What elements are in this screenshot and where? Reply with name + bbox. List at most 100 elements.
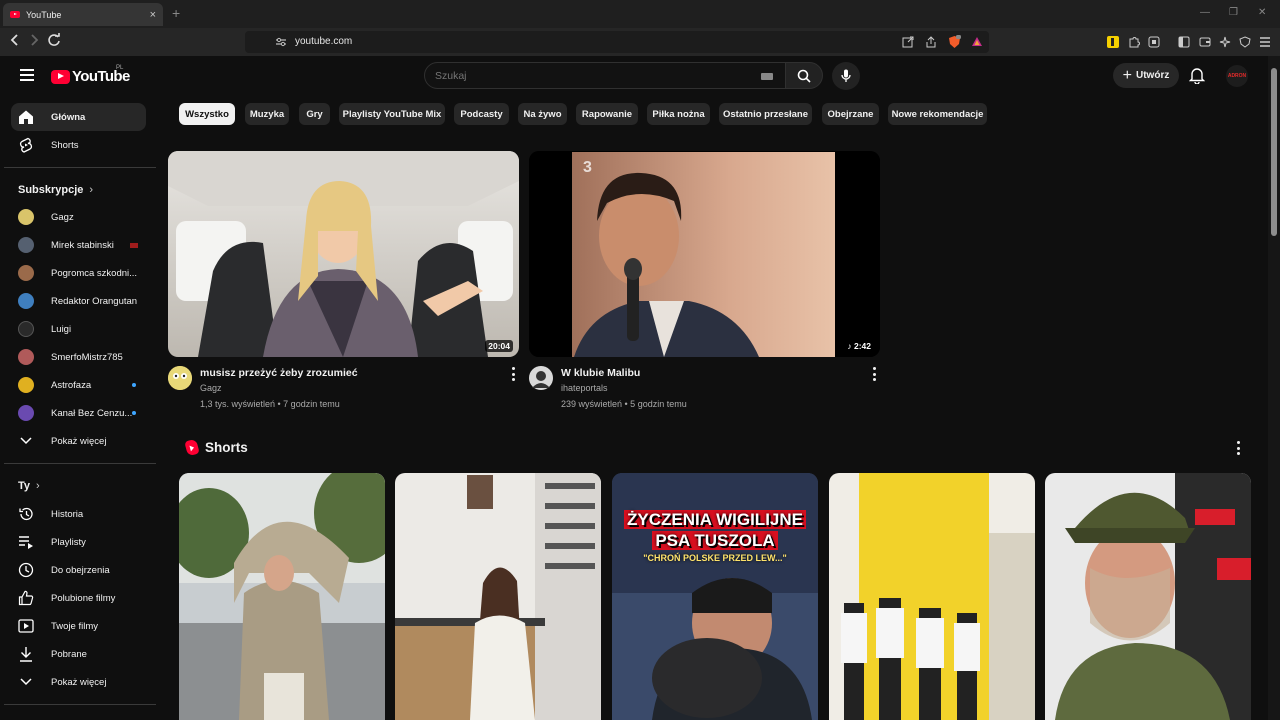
sidebar-item-label: Gagz (51, 211, 74, 223)
extensions-puzzle-icon[interactable] (1128, 36, 1140, 51)
chip-podcasts[interactable]: Podcasty (454, 103, 509, 125)
close-window-icon[interactable]: ✕ (1258, 7, 1266, 18)
more-actions-icon[interactable] (871, 367, 877, 381)
site-settings-icon[interactable] (275, 36, 287, 51)
scrollbar-thumb[interactable] (1271, 68, 1277, 236)
open-external-icon[interactable] (902, 36, 914, 51)
chip-music[interactable]: Muzyka (245, 103, 289, 125)
short-card[interactable] (829, 473, 1035, 720)
chip-all[interactable]: Wszystko (179, 103, 235, 125)
sidebar-item-watch-later[interactable]: Do obejrzenia (11, 556, 146, 584)
video-channel[interactable]: Gagz (200, 383, 222, 393)
channel-avatar[interactable] (529, 366, 553, 390)
forward-icon[interactable] (28, 33, 40, 51)
vpn-shield-icon[interactable] (1239, 36, 1251, 51)
sidebar-item-label: Polubione filmy (51, 592, 116, 604)
sidebar-item-label: Kanał Bez Cenzu... (51, 407, 132, 419)
chip-live[interactable]: Na żywo (518, 103, 567, 125)
leo-ai-icon[interactable] (1219, 36, 1231, 51)
address-bar[interactable]: youtube.com (245, 31, 989, 53)
browser-tab[interactable]: YouTube × (3, 3, 163, 26)
search-button[interactable] (785, 62, 823, 89)
search-input[interactable] (425, 63, 745, 88)
sidebar-item-subscription[interactable]: Redaktor Orangutan (11, 287, 146, 315)
extension-yellow-icon[interactable] (1107, 36, 1119, 51)
short-card[interactable] (179, 473, 385, 720)
sidebar-toggle-icon[interactable] (1178, 36, 1190, 51)
microphone-icon (841, 69, 851, 82)
brave-shield-icon[interactable] (948, 35, 961, 52)
show-more-you-button[interactable]: Pokaż więcej (11, 668, 146, 696)
chevron-down-icon (18, 433, 34, 449)
more-actions-icon[interactable] (510, 367, 516, 381)
sidebar-item-subscription[interactable]: Astrofaza (11, 371, 146, 399)
sidebar-item-downloads[interactable]: Pobrane (11, 640, 146, 668)
short-card[interactable]: ŻYCZENIA WIGILIJNE PSA TUSZOLA "CHROŃ PO… (612, 473, 818, 720)
chip-recently-uploaded[interactable]: Ostatnio przesłane (719, 103, 812, 125)
sidebar-divider (4, 704, 156, 705)
chip-watched[interactable]: Obejrzane (822, 103, 879, 125)
create-label: Utwórz (1136, 70, 1170, 81)
account-avatar[interactable]: ADRON (1226, 65, 1248, 87)
sidebar-item-subscription[interactable]: SmerfoMistrz785 (11, 343, 146, 371)
video-meta: 239 wyświetleń • 5 godzin temu (561, 399, 687, 409)
chip-football[interactable]: Piłka nożna (647, 103, 710, 125)
sidebar-item-subscription[interactable]: Luigi (11, 315, 146, 343)
sidebar-item-subscription[interactable]: Kanał Bez Cenzu... (11, 399, 146, 427)
reload-icon[interactable] (47, 33, 61, 51)
sidebar-item-label: Historia (51, 508, 84, 520)
video-title[interactable]: W klubie Malibu (561, 367, 640, 379)
create-button[interactable]: + Utwórz (1113, 63, 1179, 88)
video-thumbnail[interactable]: 20:04 (168, 151, 519, 357)
brave-rewards-icon[interactable] (971, 36, 983, 50)
chip-new-recommendations[interactable]: Nowe rekomendacje (888, 103, 987, 125)
subscriptions-heading[interactable]: Subskrypcje › (18, 184, 93, 196)
minimize-icon[interactable]: — (1200, 7, 1210, 18)
channel-avatar (18, 321, 34, 337)
restore-icon[interactable]: ❐ (1229, 7, 1238, 18)
youtube-play-icon (51, 69, 70, 84)
watch-later-icon (18, 562, 34, 578)
sidebar-item-subscription[interactable]: Gagz (11, 203, 146, 231)
close-tab-icon[interactable]: × (150, 9, 156, 21)
sidebar-item-history[interactable]: Historia (11, 500, 146, 528)
voice-search-button[interactable] (832, 62, 860, 90)
back-icon[interactable] (9, 33, 21, 51)
guide-menu-icon[interactable] (20, 69, 34, 81)
browser-menu-icon[interactable] (1259, 36, 1271, 51)
you-heading[interactable]: Ty › (18, 480, 40, 492)
you-heading-label: Ty (18, 480, 31, 492)
channel-avatar[interactable] (168, 366, 192, 390)
extension-box-icon[interactable] (1148, 36, 1160, 51)
sidebar-item-label: Astrofaza (51, 379, 92, 391)
video-channel[interactable]: ihateportals (561, 383, 608, 393)
page-scrollbar[interactable] (1268, 56, 1280, 720)
youtube-logo[interactable]: YouTube PL (51, 65, 130, 85)
show-more-subscriptions-button[interactable]: Pokaż więcej (11, 427, 146, 455)
video-thumbnail[interactable]: 3 ♪ 2:42 (529, 151, 880, 357)
sidebar-item-shorts[interactable]: Shorts (11, 131, 146, 159)
new-tab-button[interactable]: + (172, 5, 180, 21)
shorts-icon (18, 137, 34, 153)
short-thumbnail-image (829, 473, 1035, 720)
shorts-more-icon[interactable] (1235, 441, 1241, 455)
short-card[interactable] (395, 473, 601, 720)
sidebar-item-home[interactable]: Główna (11, 103, 146, 131)
sidebar-item-playlists[interactable]: Playlisty (11, 528, 146, 556)
sidebar-item-subscription[interactable]: Pogromca szkodni... (11, 259, 146, 287)
notifications-bell-icon[interactable] (1188, 66, 1206, 89)
sidebar-item-label: Playlisty (51, 536, 86, 548)
sidebar-item-subscription[interactable]: Mirek stabinski (11, 231, 146, 259)
short-card[interactable] (1045, 473, 1251, 720)
keyboard-icon[interactable] (761, 73, 773, 80)
video-title[interactable]: musisz przeżyć żeby zrozumieć (200, 367, 358, 379)
wallet-icon[interactable] (1199, 36, 1211, 51)
chip-rap[interactable]: Rapowanie (576, 103, 638, 125)
chip-mix-playlists[interactable]: Playlisty YouTube Mix (339, 103, 445, 125)
video-duration: ♪ 2:42 (844, 340, 874, 352)
sidebar-item-your-videos[interactable]: Twoje filmy (11, 612, 146, 640)
share-icon[interactable] (925, 36, 937, 51)
sidebar-item-liked-videos[interactable]: Polubione filmy (11, 584, 146, 612)
search-box[interactable] (424, 62, 786, 89)
chip-games[interactable]: Gry (299, 103, 330, 125)
